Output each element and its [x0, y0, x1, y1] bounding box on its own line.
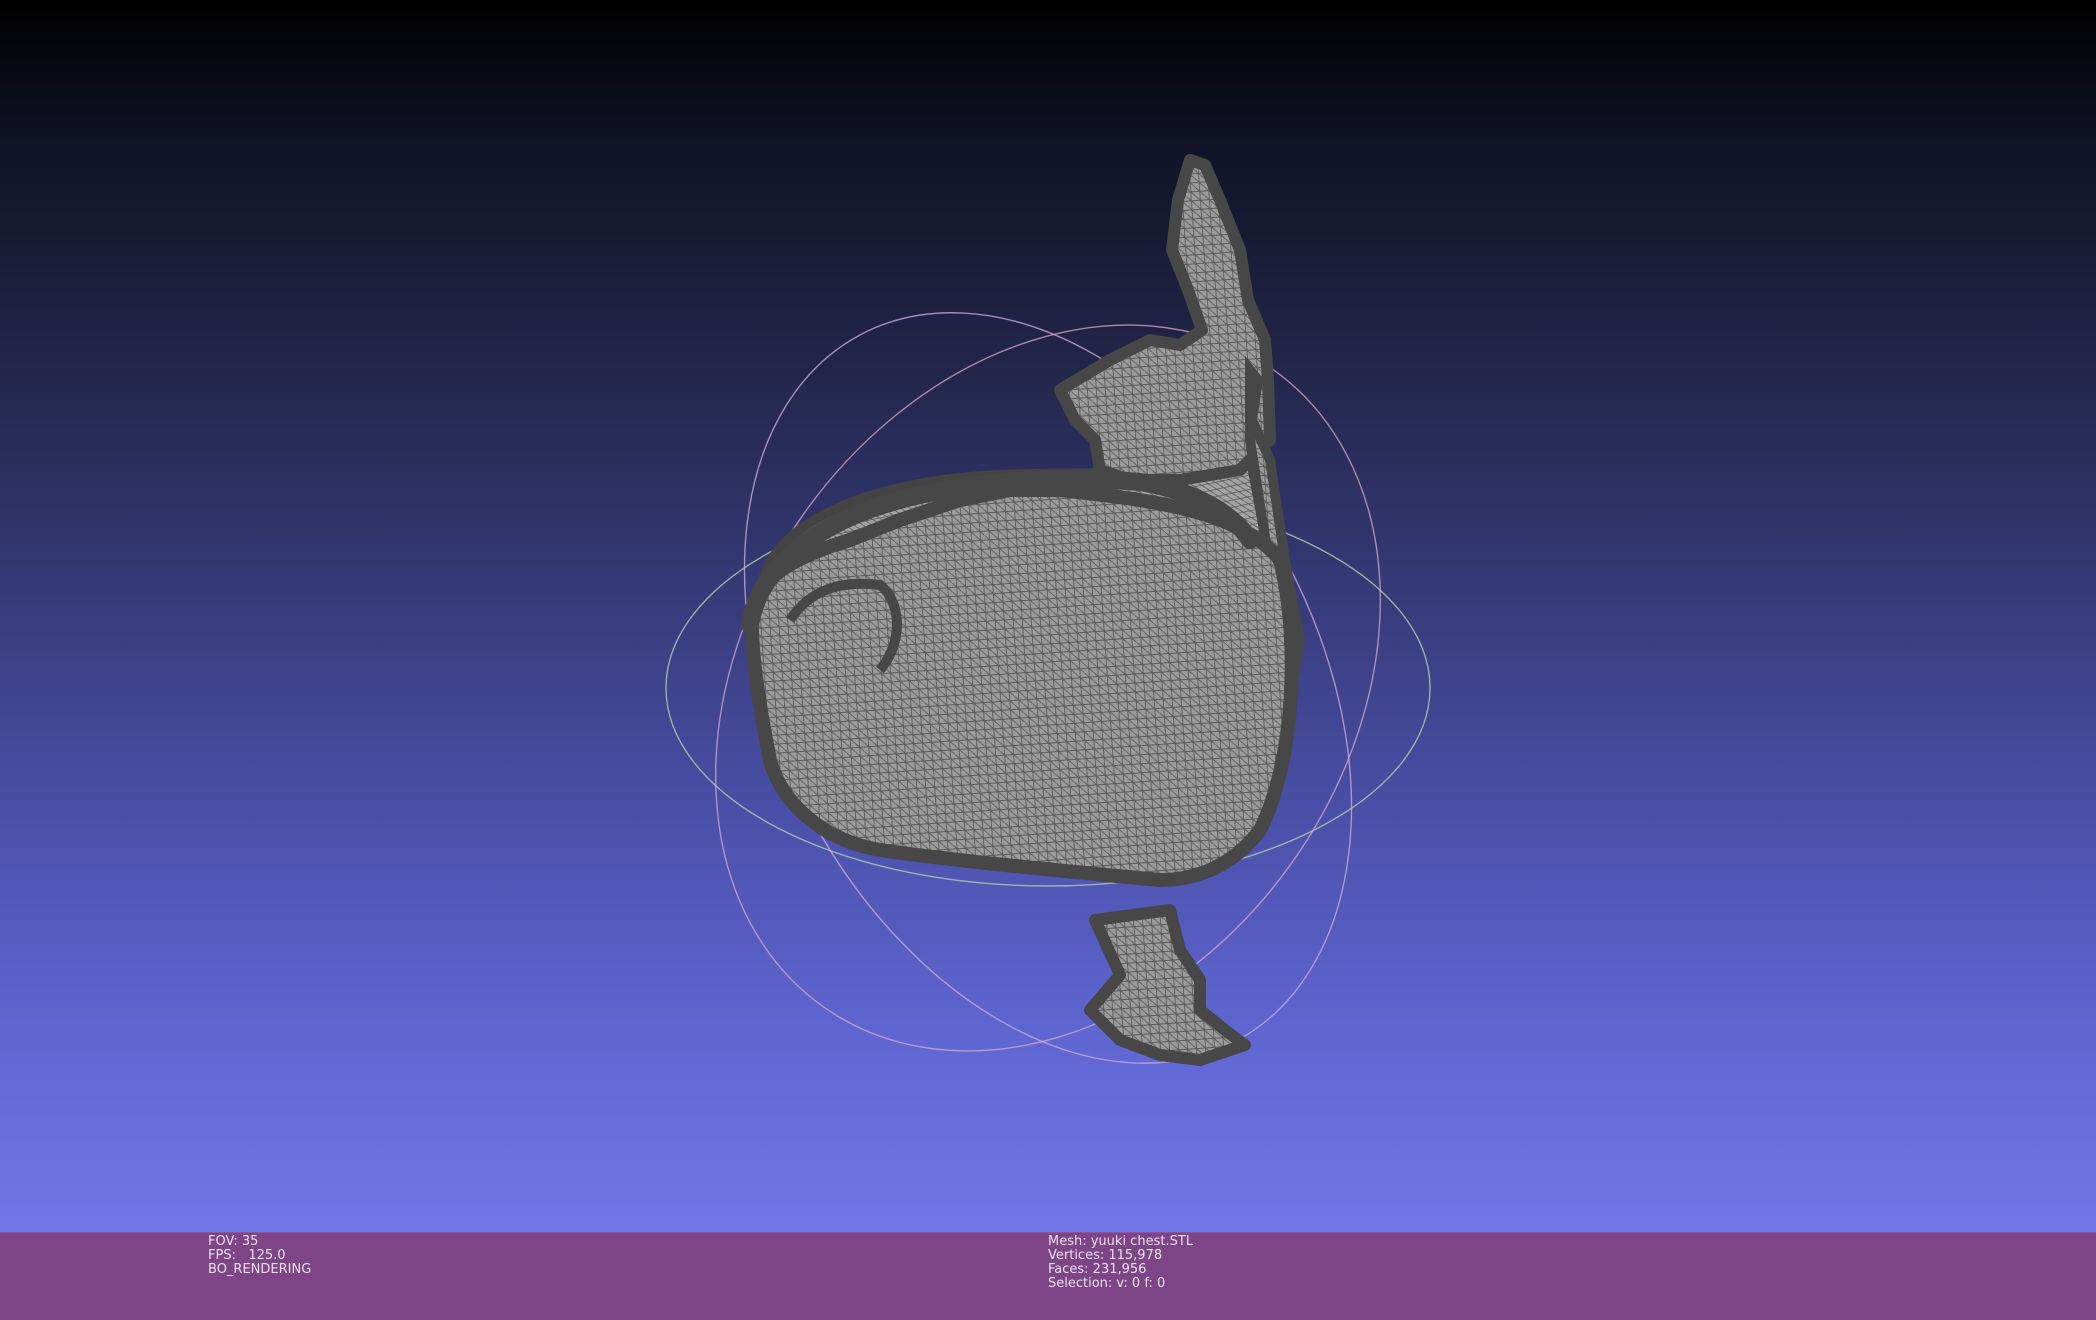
render-mode-label: BO_RENDERING: [208, 1262, 312, 1277]
fps-label: FPS: 125.0: [208, 1248, 286, 1263]
3d-viewport[interactable]: [0, 0, 2096, 1232]
mesh-scene[interactable]: [0, 0, 2096, 1232]
mesh-name-label: Mesh: yuuki chest.STL: [1048, 1234, 1194, 1249]
faces-label: Faces: 231,956: [1048, 1262, 1147, 1277]
mesh-spike-bottom: [1084, 904, 1251, 1066]
fov-label: FOV: 35: [208, 1234, 259, 1249]
vertices-label: Vertices: 115,978: [1048, 1248, 1163, 1263]
mesh-front-band: [744, 483, 1299, 887]
render-info: FOV: 35 FPS: 125.0 BO_RENDERING: [208, 1235, 311, 1277]
selection-label: Selection: v: 0 f: 0: [1048, 1276, 1166, 1291]
mesh-spike-top: [1054, 154, 1276, 486]
mesh-info: Mesh: yuuki chest.STL Vertices: 115,978 …: [1048, 1235, 1193, 1291]
